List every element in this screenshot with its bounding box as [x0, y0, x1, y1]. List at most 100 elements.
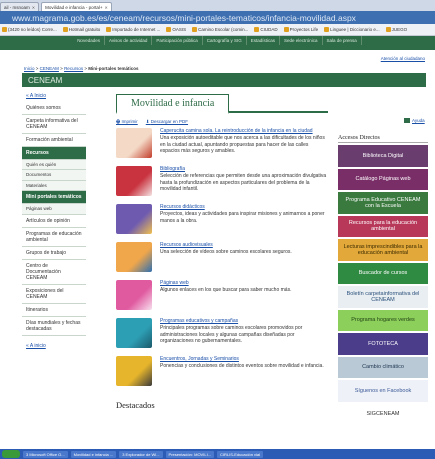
section-description: Ponencias y conclusiones de distintos ev… — [160, 362, 324, 369]
content-section: Programas educativos y campañas Principal… — [116, 318, 328, 354]
breadcrumb-current: Mini-portales temáticos — [88, 66, 139, 71]
sidebar-item[interactable]: Programas de educación ambiental — [22, 228, 86, 247]
sidebar-item[interactable]: Formación ambiental — [22, 134, 86, 147]
shortcut-banner[interactable]: Programa Educativo CENEAM con la Escuela — [338, 192, 428, 214]
topnav-link[interactable]: Estadísticas — [247, 36, 280, 45]
browser-tab-active[interactable]: Movilidad e infancia - portal+ ✕ — [41, 2, 112, 11]
section-thumbnail[interactable] — [116, 280, 152, 310]
sidebar-item[interactable]: Días mundiales y fechas destacadas — [22, 317, 86, 336]
content-section: Bibliografía Selección de referencias que… — [116, 166, 328, 202]
section-heading-link[interactable]: Caperucita camina sola. La reintroducció… — [160, 128, 328, 135]
shortcut-banner[interactable]: Catálogo Páginas web — [338, 168, 428, 190]
address-bar[interactable]: www.magrama.gob.es/es/ceneam/recursos/mi… — [0, 11, 435, 24]
topnav-link[interactable]: Cartografía y SIG — [203, 36, 247, 45]
bookmark-icon — [192, 27, 198, 32]
shortcut-banner[interactable]: Recursos para la educación ambiental — [338, 215, 428, 237]
shortcut-banner[interactable]: FOTOTECA — [338, 333, 428, 355]
os-taskbar: 3 Microsoft Office O... Movilidad e infa… — [0, 449, 435, 459]
sidebar-item[interactable]: Centro de Documentación CENEAM — [22, 260, 86, 285]
topnav-link[interactable]: Sala de prensa — [323, 36, 362, 45]
bookmark-item[interactable]: OASIS — [166, 27, 186, 32]
start-button[interactable] — [2, 450, 20, 458]
topnav-link[interactable]: Participación pública — [152, 36, 203, 45]
shortcut-banner[interactable]: Boletín carpetainformativa del CENEAM — [338, 286, 428, 308]
taskbar-item[interactable]: Presentación: MOVILI... — [165, 450, 215, 458]
page-tools: 🖶 Imprimir ⬇ Descargar en PDF — [116, 116, 328, 128]
section-text: Recursos audiovisuales Una selección de v… — [160, 242, 292, 256]
sidebar-item[interactable]: Exposiciones del CENEAM — [22, 285, 86, 304]
sidebar-item[interactable]: Artículos de opinión — [22, 215, 86, 228]
browser-tab-label: Movilidad e infancia - portal+ — [45, 4, 103, 10]
sidebar-item[interactable]: Quién es quién — [22, 160, 86, 171]
print-link[interactable]: 🖶 Imprimir — [116, 118, 138, 126]
close-icon[interactable]: ✕ — [32, 5, 35, 10]
taskbar-item[interactable]: 3 Microsoft Office O... — [23, 450, 68, 458]
shortcut-banner[interactable]: SIGCENEAM — [338, 403, 428, 425]
breadcrumb-link[interactable]: Inicio — [24, 66, 35, 71]
section-heading-link[interactable]: Encuentros, Jornadas y Seminarios — [160, 356, 324, 363]
bookmark-item[interactable]: JUEGO — [385, 27, 407, 32]
section-thumbnail[interactable] — [116, 204, 152, 234]
sidebar-item[interactable]: Quiénes somos — [22, 102, 86, 115]
bookmark-item[interactable]: CIUDAD — [254, 27, 278, 32]
bookmark-item[interactable]: Proyectos Life — [283, 27, 318, 32]
sidebar-back-link[interactable]: « A inicio — [22, 340, 86, 352]
section-heading-link[interactable]: Bibliografía — [160, 166, 328, 173]
pdf-link[interactable]: ⬇ Descargar en PDF — [146, 119, 188, 125]
section-description: Algunos enlaces en los que buscar para s… — [160, 286, 292, 293]
shortcut-banner[interactable]: Síguenos en Facebook — [338, 380, 428, 402]
bookmark-item[interactable]: Linguee | Diccionario e... — [324, 27, 380, 32]
sidebar-item[interactable]: Itinerarios — [22, 304, 86, 317]
sidebar-item[interactable]: Carpeta informativa del CENEAM — [22, 115, 86, 134]
bookmark-item[interactable]: Camino Escolar (comin... — [192, 27, 248, 32]
close-icon[interactable]: ✕ — [105, 5, 108, 10]
section-description: Principales programas sobre caminos esco… — [160, 324, 303, 345]
taskbar-item[interactable]: Movilidad e infancia ... — [70, 450, 117, 458]
destacados-heading: Destacados — [116, 400, 155, 410]
bookmark-item[interactable]: Hotmail gratuito — [62, 27, 100, 32]
sidebar-item[interactable]: Recursos — [22, 147, 86, 160]
sidebar-item[interactable]: Materiales — [22, 180, 86, 192]
content-section: Recursos didácticos Proyectos, ideas y ac… — [116, 204, 328, 240]
section-thumbnail[interactable] — [116, 166, 152, 196]
sidebar-back-link[interactable]: « A Inicio — [22, 90, 86, 102]
section-thumbnail[interactable] — [116, 128, 152, 158]
sidebar-item[interactable]: Grupos de trabajo — [22, 247, 86, 260]
shortcuts-panel: Accesos Directos Biblioteca Digital Catál… — [338, 135, 428, 427]
section-thumbnail[interactable] — [116, 318, 152, 348]
help-link[interactable]: Ayuda — [404, 118, 425, 123]
shortcut-banner[interactable]: Cambio climático — [338, 356, 428, 378]
section-text: Páginas web Algunos enlaces en los que bu… — [160, 280, 291, 294]
section-thumbnail[interactable] — [116, 356, 152, 386]
sidebar-item[interactable]: Documentos — [22, 170, 86, 181]
topnav-link[interactable]: Avisos de actividad — [105, 36, 153, 45]
url-text: www.magrama.gob.es/es/ceneam/recursos/mi… — [12, 12, 356, 23]
section-list: Caperucita camina sola. La reintroducció… — [116, 128, 328, 392]
sidebar-item[interactable]: Páginas web — [22, 204, 86, 215]
bookmark-icon — [324, 27, 330, 32]
bookmark-icon — [166, 27, 172, 32]
section-thumbnail[interactable] — [116, 242, 152, 272]
bookmark-icon — [2, 27, 7, 32]
bookmark-item[interactable]: (3420 no leídos) Corre... — [2, 27, 57, 32]
topnav-link[interactable]: Sede electrónica — [280, 36, 323, 45]
browser-tab[interactable]: ail - msnoam ✕ — [0, 2, 40, 11]
section-text: Encuentros, Jornadas y Seminarios Ponenci… — [160, 356, 324, 370]
section-heading-link[interactable]: Recursos didácticos — [160, 204, 328, 211]
section-heading-link[interactable]: Páginas web — [160, 280, 291, 287]
breadcrumb-link[interactable]: CENEAM — [40, 66, 59, 71]
browser-tab-label: ail - msnoam — [4, 4, 30, 10]
shortcut-banner[interactable]: Biblioteca Digital — [338, 145, 428, 167]
taskbar-item[interactable]: 3 Explorador de Wi... — [119, 450, 163, 458]
taskbar-item[interactable]: CIRLIS-Educación vial — [217, 450, 264, 458]
shortcut-banner[interactable]: Programa hogares verdes — [338, 309, 428, 331]
sidebar-item[interactable]: Mini portales temáticos — [22, 191, 86, 205]
shortcut-banner[interactable]: Buscador de cursos — [338, 262, 428, 284]
accessibility-link[interactable]: Atención al ciudadano — [0, 56, 425, 61]
topnav-link[interactable]: Novedades — [73, 36, 105, 45]
shortcut-banner[interactable]: Lecturas imprescindibles para la educaci… — [338, 239, 428, 261]
breadcrumb-link[interactable]: Recursos — [64, 66, 83, 71]
section-heading-link[interactable]: Recursos audiovisuales — [160, 242, 292, 249]
bookmark-item[interactable]: Importado de Internet ... — [106, 27, 160, 32]
section-heading-link[interactable]: Programas educativos y campañas — [160, 318, 328, 325]
